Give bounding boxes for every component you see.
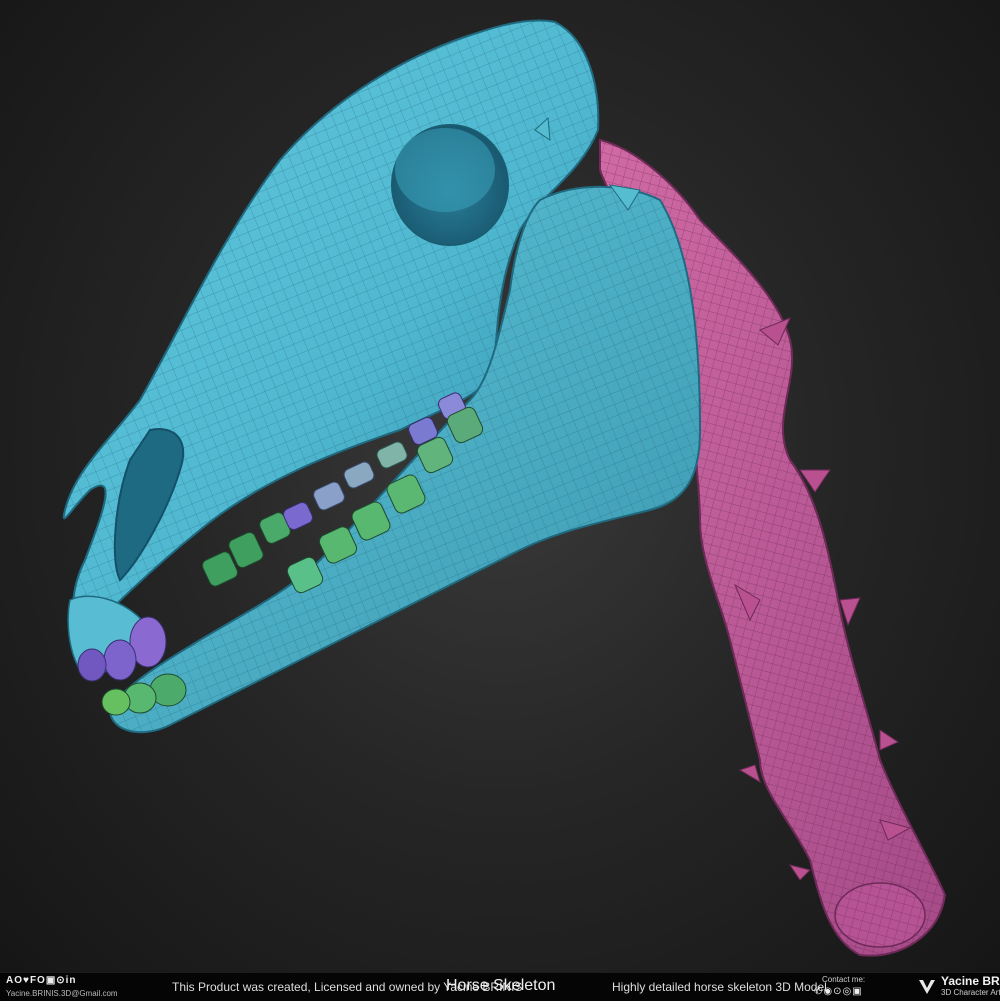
brand-logo-icon: [919, 980, 935, 994]
contact-label: Contact me:: [822, 975, 866, 984]
author-email: Yacine.BRINIS.3D@Gmail.com: [6, 989, 118, 998]
contact-icons[interactable]: ✆◉⊙◎▣: [814, 986, 863, 997]
product-title: Horse Skeleton: [446, 977, 556, 994]
social-icons[interactable]: AO♥FO▣⊙in: [6, 975, 77, 986]
render-scene: [62, 19, 947, 957]
brand-role: 3D Character Artist: [941, 988, 1000, 997]
brand-name: Yacine BRINIS: [941, 974, 1000, 988]
product-subtitle: Highly detailed horse skeleton 3D Model: [612, 980, 827, 994]
footer-bar: AO♥FO▣⊙in Yacine.BRINIS.3D@Gmail.com Thi…: [0, 972, 1000, 1001]
